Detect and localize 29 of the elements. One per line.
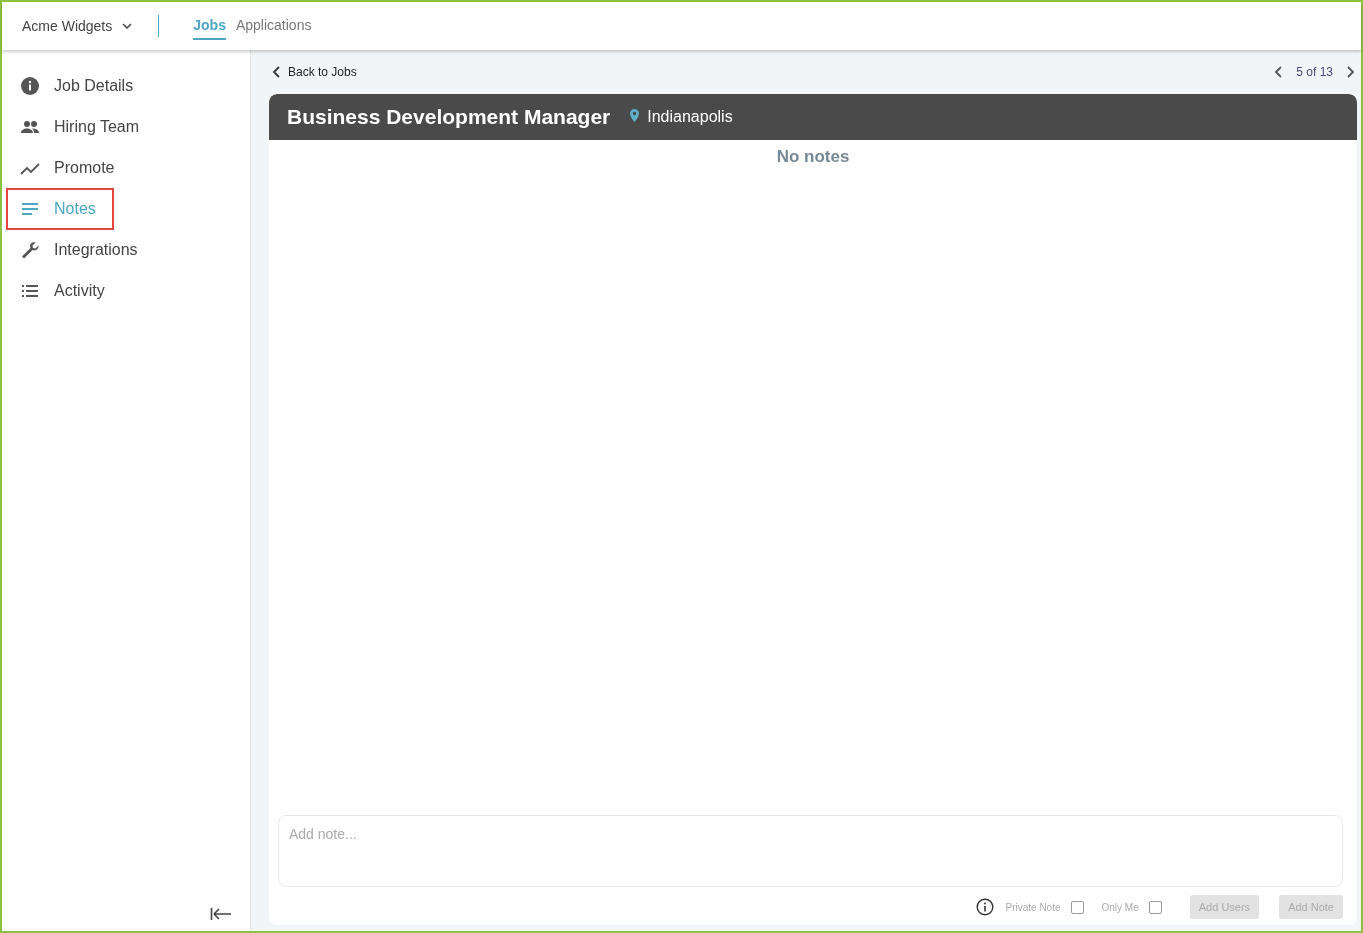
option-label: Only Me [1101, 901, 1139, 913]
page-position: 5 of 13 [1296, 65, 1333, 79]
company-dropdown[interactable]: Acme Widgets [2, 18, 133, 34]
previous-button[interactable] [1272, 64, 1285, 80]
sidebar-item[interactable]: Job Details [6, 70, 152, 102]
back-link[interactable]: Back to Jobs [269, 65, 357, 79]
chevron-right-icon [1347, 66, 1355, 78]
job-location: Indianapolis [647, 108, 733, 126]
next-button[interactable] [1345, 64, 1357, 80]
job-title: Business Development Manager [287, 105, 611, 129]
option-label: Private Note [1005, 901, 1061, 913]
info-icon [20, 76, 40, 96]
collapse-icon [210, 907, 232, 921]
note-input-field[interactable]: Add note... [278, 815, 1343, 887]
sidebar-item[interactable]: Hiring Team [6, 111, 158, 143]
checkbox[interactable] [1148, 900, 1162, 914]
collapse-sidebar-button[interactable] [208, 905, 234, 923]
sidebar-item[interactable]: Integrations [6, 234, 156, 266]
sidebar-item[interactable]: Activity [6, 275, 123, 307]
checkbox[interactable] [1070, 900, 1084, 914]
empty-notes-message: No notes [776, 146, 850, 167]
location-pin-icon [630, 108, 640, 122]
nav-tab[interactable]: Applications [235, 12, 312, 40]
chevron-down-icon [122, 23, 133, 29]
info-icon [975, 898, 994, 916]
chevron-left-icon [1274, 66, 1283, 78]
sidebar-item[interactable]: Promote [6, 152, 133, 184]
wrench-icon [20, 240, 40, 260]
chevron-left-icon [272, 66, 280, 78]
